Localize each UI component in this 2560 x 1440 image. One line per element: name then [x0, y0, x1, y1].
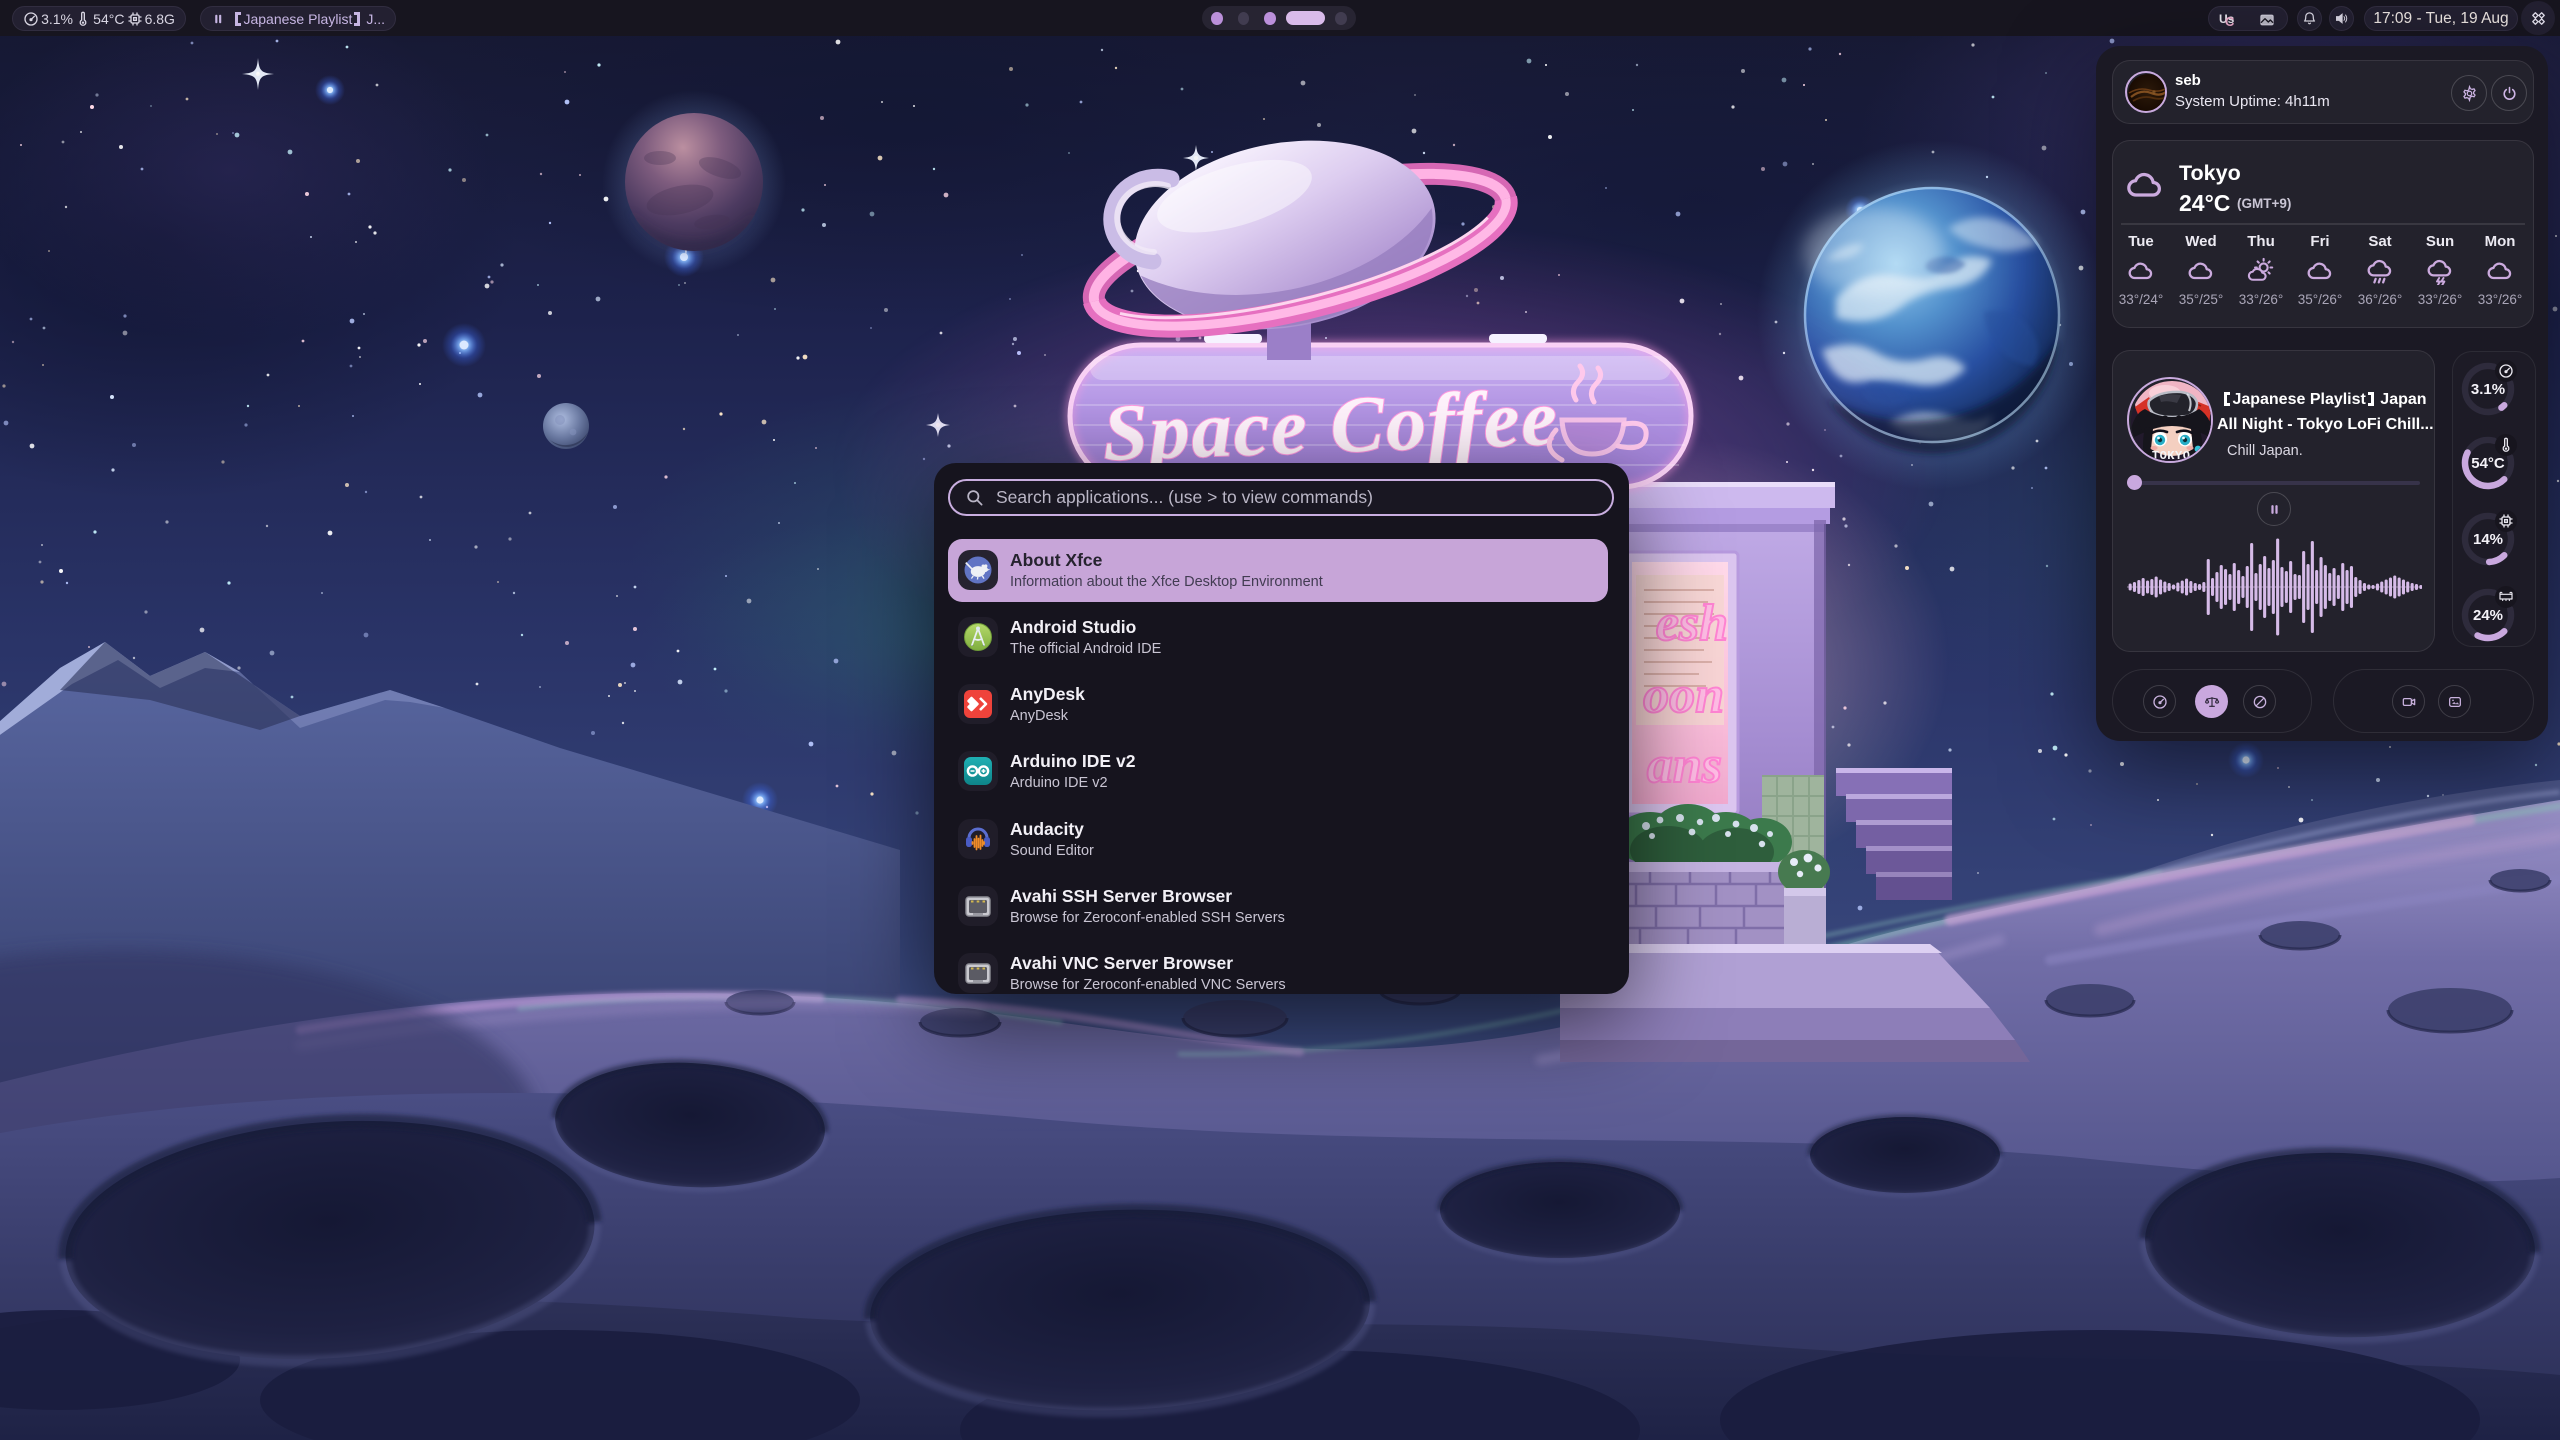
svg-text:8 TOKYO LO: 8 TOKYO LO: [2136, 449, 2213, 463]
